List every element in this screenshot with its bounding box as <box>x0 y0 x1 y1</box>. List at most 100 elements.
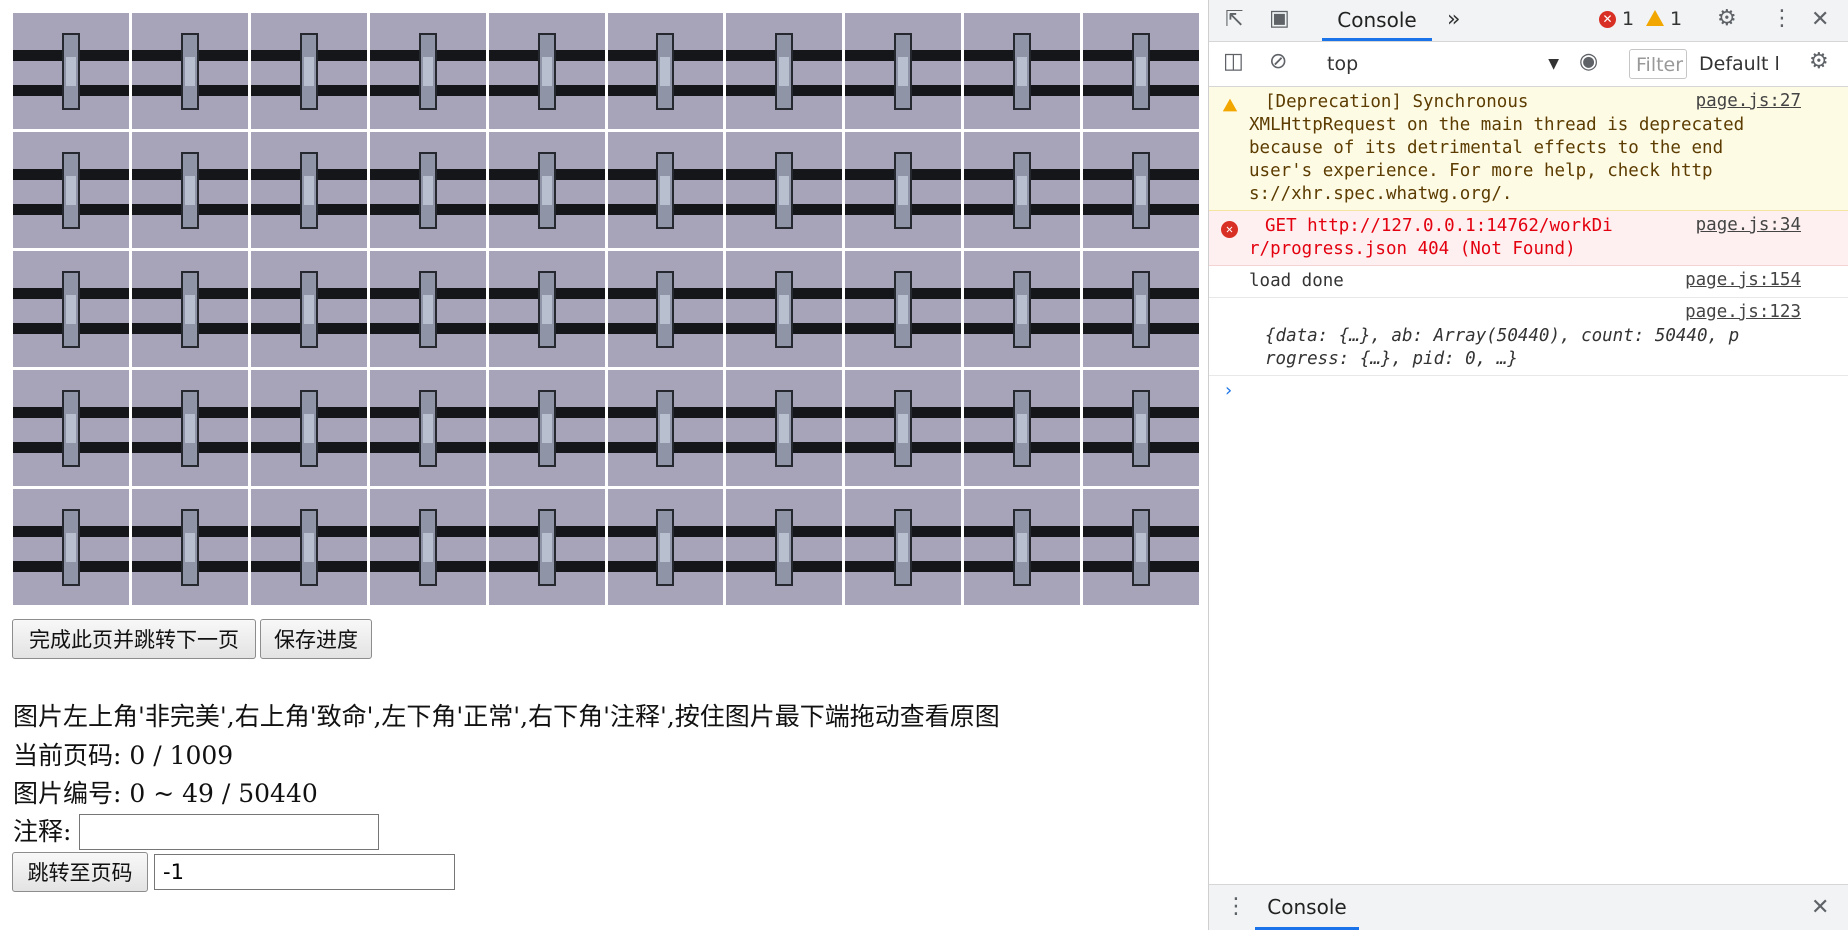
image-tile[interactable] <box>488 370 605 486</box>
image-tile[interactable] <box>131 251 248 367</box>
message-source-link[interactable]: page.js:27 <box>1696 91 1801 111</box>
tab-console[interactable]: Console <box>1322 0 1432 41</box>
close-drawer-icon[interactable]: ✕ <box>1811 897 1829 919</box>
image-tile[interactable] <box>1083 13 1199 129</box>
warning-icon <box>1222 98 1238 112</box>
log-levels-select[interactable]: Default l <box>1699 50 1780 78</box>
eye-icon[interactable]: ◉ <box>1579 51 1598 73</box>
warning-count: 1 <box>1670 8 1683 30</box>
image-tile[interactable] <box>13 13 129 129</box>
gear-icon[interactable]: ⚙ <box>1717 8 1737 30</box>
image-tile[interactable] <box>13 251 129 367</box>
image-tile[interactable] <box>607 132 724 248</box>
sidebar-toggle-icon[interactable]: ◫ <box>1223 51 1244 73</box>
drawer-bar: ⋮ Console ✕ <box>1209 884 1848 930</box>
console-settings-icon[interactable]: ⚙ <box>1809 51 1829 73</box>
image-tile[interactable] <box>845 489 962 605</box>
console-message-log[interactable]: page.js:154 load done <box>1209 266 1848 298</box>
image-tile[interactable] <box>369 132 486 248</box>
more-options-icon[interactable]: ⋮ <box>1771 8 1793 30</box>
error-count: 1 <box>1622 8 1635 30</box>
devtools-toolbar: ⇱ ▣ Console » ✕ 1 1 ⚙ ⋮ ✕ <box>1209 0 1848 42</box>
image-tile[interactable] <box>250 370 367 486</box>
message-text: user's experience. For more help, check … <box>1249 161 1713 181</box>
image-tile[interactable] <box>964 251 1081 367</box>
image-tile[interactable] <box>845 132 962 248</box>
device-toolbar-icon[interactable]: ▣ <box>1269 8 1290 30</box>
note-label: 注释: <box>13 817 72 846</box>
image-tile[interactable] <box>726 370 843 486</box>
message-source-link[interactable]: page.js:154 <box>1685 270 1801 290</box>
image-tile[interactable] <box>250 13 367 129</box>
image-tile[interactable] <box>369 251 486 367</box>
image-tile[interactable] <box>964 370 1081 486</box>
image-tile[interactable] <box>1083 251 1199 367</box>
page-number-input[interactable] <box>154 854 455 890</box>
image-tile[interactable] <box>369 370 486 486</box>
error-icon: ✕ <box>1221 221 1238 238</box>
image-tile[interactable] <box>726 13 843 129</box>
note-input[interactable] <box>79 814 379 850</box>
image-tile[interactable] <box>964 489 1081 605</box>
image-tile[interactable] <box>607 370 724 486</box>
image-tile[interactable] <box>726 132 843 248</box>
finish-page-button[interactable]: 完成此页并跳转下一页 <box>12 619 256 659</box>
console-prompt[interactable]: › <box>1223 380 1848 401</box>
image-tile[interactable] <box>488 489 605 605</box>
image-tile[interactable] <box>13 132 129 248</box>
chevron-double-right-icon[interactable]: » <box>1447 9 1460 31</box>
image-tile[interactable] <box>726 489 843 605</box>
devtools-panel: ⇱ ▣ Console » ✕ 1 1 ⚙ ⋮ ✕ ◫ ⊘ top ▼ ◉ Fi… <box>1208 0 1848 930</box>
message-text: because of its detrimental effects to th… <box>1249 138 1724 158</box>
image-tile[interactable] <box>607 251 724 367</box>
console-message-log[interactable]: page.js:123 {data: {…}, ab: Array(50440),… <box>1209 298 1848 376</box>
inspect-element-icon[interactable]: ⇱ <box>1225 9 1243 31</box>
image-tile[interactable] <box>131 13 248 129</box>
image-tile[interactable] <box>488 132 605 248</box>
image-tile[interactable] <box>964 13 1081 129</box>
warning-count-badge[interactable]: 1 <box>1646 8 1682 30</box>
image-tile[interactable] <box>845 370 962 486</box>
image-tile[interactable] <box>1083 132 1199 248</box>
image-tile[interactable] <box>726 251 843 367</box>
warning-icon <box>1646 10 1664 26</box>
image-tile[interactable] <box>488 251 605 367</box>
image-tile[interactable] <box>607 13 724 129</box>
drawer-tab-console[interactable]: Console <box>1255 885 1359 930</box>
message-text: r/progress.json 404 (Not Found) <box>1249 239 1576 259</box>
save-progress-button[interactable]: 保存进度 <box>260 619 372 659</box>
image-tile[interactable] <box>13 489 129 605</box>
image-tile[interactable] <box>964 132 1081 248</box>
console-filter-input[interactable]: Filter <box>1629 49 1687 79</box>
image-tile[interactable] <box>131 489 248 605</box>
image-tile[interactable] <box>250 489 367 605</box>
image-tile[interactable] <box>845 251 962 367</box>
jump-to-page-button[interactable]: 跳转至页码 <box>12 852 148 892</box>
error-count-badge[interactable]: ✕ 1 <box>1599 8 1634 30</box>
image-tile[interactable] <box>1083 370 1199 486</box>
image-tile[interactable] <box>845 13 962 129</box>
console-message-error[interactable]: ✕ page.js:34 GET http://127.0.0.1:14762/wo… <box>1209 211 1848 266</box>
image-tile[interactable] <box>131 370 248 486</box>
image-tile[interactable] <box>250 251 367 367</box>
close-icon[interactable]: ✕ <box>1811 9 1829 31</box>
message-text: s://xhr.spec.whatwg.org/. <box>1249 184 1513 204</box>
context-value: top <box>1327 53 1359 75</box>
annotation-page: 完成此页并跳转下一页 保存进度 图片左上角'非完美',右上角'致命',左下角'正… <box>0 0 1208 930</box>
drawer-menu-icon[interactable]: ⋮ <box>1225 896 1247 918</box>
message-source-link[interactable]: page.js:123 <box>1685 302 1801 322</box>
error-icon: ✕ <box>1599 11 1616 28</box>
image-tile[interactable] <box>131 132 248 248</box>
image-tile[interactable] <box>488 13 605 129</box>
image-tile[interactable] <box>1083 489 1199 605</box>
image-tile[interactable] <box>13 370 129 486</box>
message-source-link[interactable]: page.js:34 <box>1696 215 1801 235</box>
instructions-text: 图片左上角'非完美',右上角'致命',左下角'正常',右下角'注释',按住图片最… <box>13 702 1000 731</box>
image-tile[interactable] <box>369 13 486 129</box>
clear-console-icon[interactable]: ⊘ <box>1269 51 1287 73</box>
image-tile[interactable] <box>369 489 486 605</box>
console-message-warning[interactable]: page.js:27 [Deprecation] Synchronous XMLHt… <box>1209 87 1848 211</box>
image-tile[interactable] <box>607 489 724 605</box>
image-tile[interactable] <box>250 132 367 248</box>
context-select[interactable]: top ▼ <box>1327 50 1559 78</box>
